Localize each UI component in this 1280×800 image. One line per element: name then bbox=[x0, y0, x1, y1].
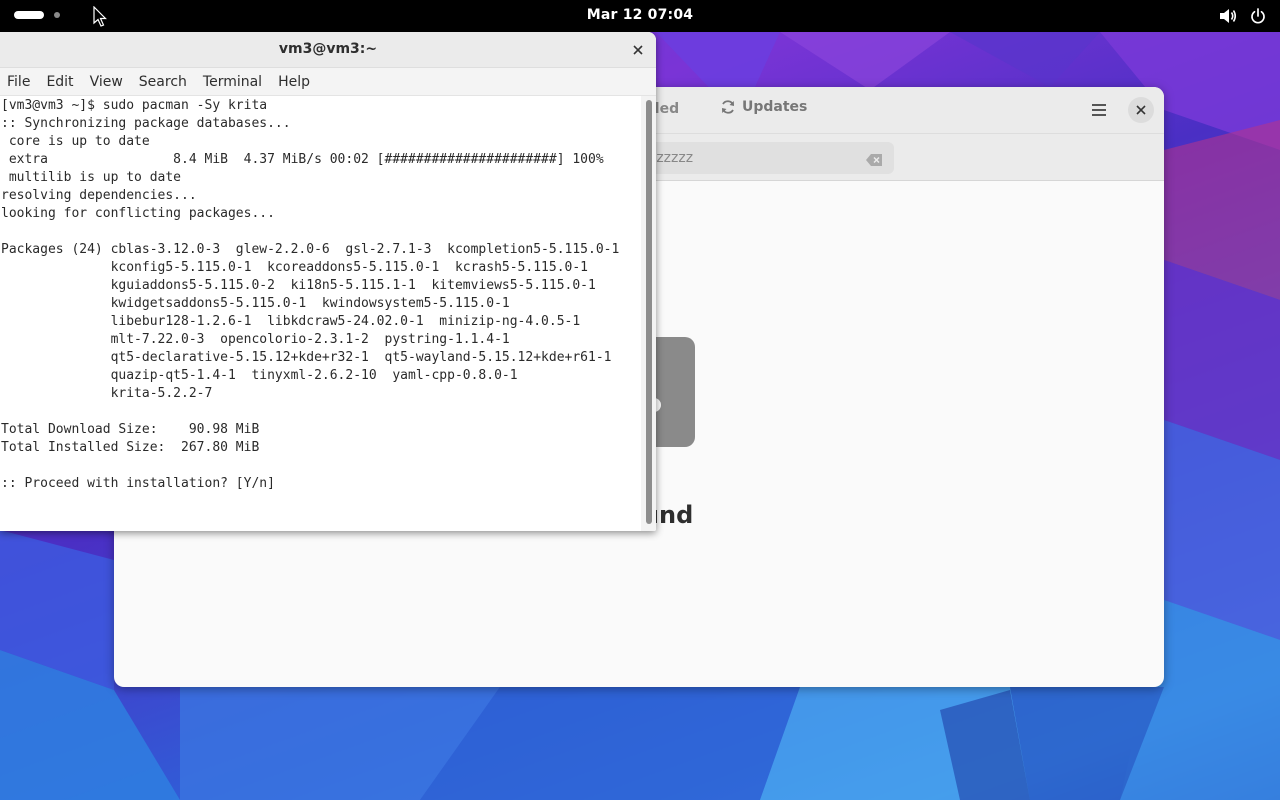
menu-terminal[interactable]: Terminal bbox=[203, 74, 262, 90]
terminal-close-button[interactable] bbox=[629, 41, 647, 59]
terminal-output[interactable]: [vm3@vm3 ~]$ sudo pacman -Sy krita :: Sy… bbox=[0, 96, 640, 531]
terminal-line: kwidgetsaddons5-5.115.0-1 kwindowsystem5… bbox=[1, 296, 510, 311]
menu-file[interactable]: File bbox=[7, 74, 30, 90]
tab-updates-label: Updates bbox=[742, 99, 808, 115]
terminal-line: qt5-declarative-5.15.12+kde+r32-1 qt5-wa… bbox=[1, 350, 612, 365]
hamburger-menu-icon[interactable] bbox=[1090, 101, 1108, 119]
mouse-cursor-icon bbox=[93, 5, 107, 28]
terminal-title: vm3@vm3:~ bbox=[278, 41, 378, 57]
terminal-menubar: File Edit View Search Terminal Help bbox=[0, 68, 656, 96]
terminal-line: krita-5.2.2-7 bbox=[1, 386, 213, 401]
scrollbar-thumb[interactable] bbox=[646, 100, 652, 524]
terminal-line: resolving dependencies... bbox=[1, 188, 197, 203]
terminal-line: kguiaddons5-5.115.0-2 ki18n5-5.115.1-1 k… bbox=[1, 278, 596, 293]
close-icon bbox=[633, 45, 643, 55]
menu-view[interactable]: View bbox=[90, 74, 123, 90]
terminal-line: kconfig5-5.115.0-1 kcoreaddons5-5.115.0-… bbox=[1, 260, 588, 275]
terminal-line: Packages (24) cblas-3.12.0-3 glew-2.2.0-… bbox=[1, 242, 620, 257]
terminal-line: quazip-qt5-1.4-1 tinyxml-2.6.2-10 yaml-c… bbox=[1, 368, 518, 383]
terminal-line: extra 8.4 MiB 4.37 MiB/s 00:02 [########… bbox=[1, 152, 604, 167]
clock[interactable]: Mar 12 07:04 bbox=[0, 7, 1280, 23]
terminal-window[interactable]: vm3@vm3:~ File Edit View Search Terminal… bbox=[0, 32, 656, 531]
terminal-line: multilib is up to date bbox=[1, 170, 182, 185]
terminal-scrollbar[interactable] bbox=[641, 96, 656, 531]
clear-search-icon[interactable] bbox=[866, 151, 882, 166]
menu-help[interactable]: Help bbox=[278, 74, 310, 90]
terminal-line: [vm3@vm3 ~]$ sudo pacman -Sy krita bbox=[1, 98, 268, 113]
terminal-line: Total Download Size: 90.98 MiB bbox=[1, 422, 260, 437]
top-bar: Mar 12 07:04 bbox=[0, 0, 1280, 32]
power-icon bbox=[1248, 6, 1268, 26]
refresh-icon bbox=[722, 100, 734, 114]
terminal-titlebar[interactable]: vm3@vm3:~ bbox=[0, 32, 656, 68]
terminal-line: :: Synchronizing package databases... bbox=[1, 116, 291, 131]
terminal-line: Total Installed Size: 267.80 MiB bbox=[1, 440, 260, 455]
menu-edit[interactable]: Edit bbox=[46, 74, 73, 90]
software-close-button[interactable] bbox=[1128, 97, 1154, 123]
terminal-line: looking for conflicting packages... bbox=[1, 206, 275, 221]
volume-icon bbox=[1218, 6, 1238, 26]
close-icon bbox=[1136, 105, 1146, 115]
terminal-prompt-line: :: Proceed with installation? [Y/n] bbox=[1, 476, 275, 491]
menu-search[interactable]: Search bbox=[139, 74, 187, 90]
terminal-line: core is up to date bbox=[1, 134, 150, 149]
tab-updates[interactable]: Updates bbox=[720, 99, 807, 115]
system-tray[interactable] bbox=[1218, 6, 1268, 26]
terminal-line: libebur128-1.2.6-1 libkdcraw5-24.02.0-1 … bbox=[1, 314, 581, 329]
terminal-line: mlt-7.22.0-3 opencolorio-2.3.1-2 pystrin… bbox=[1, 332, 510, 347]
